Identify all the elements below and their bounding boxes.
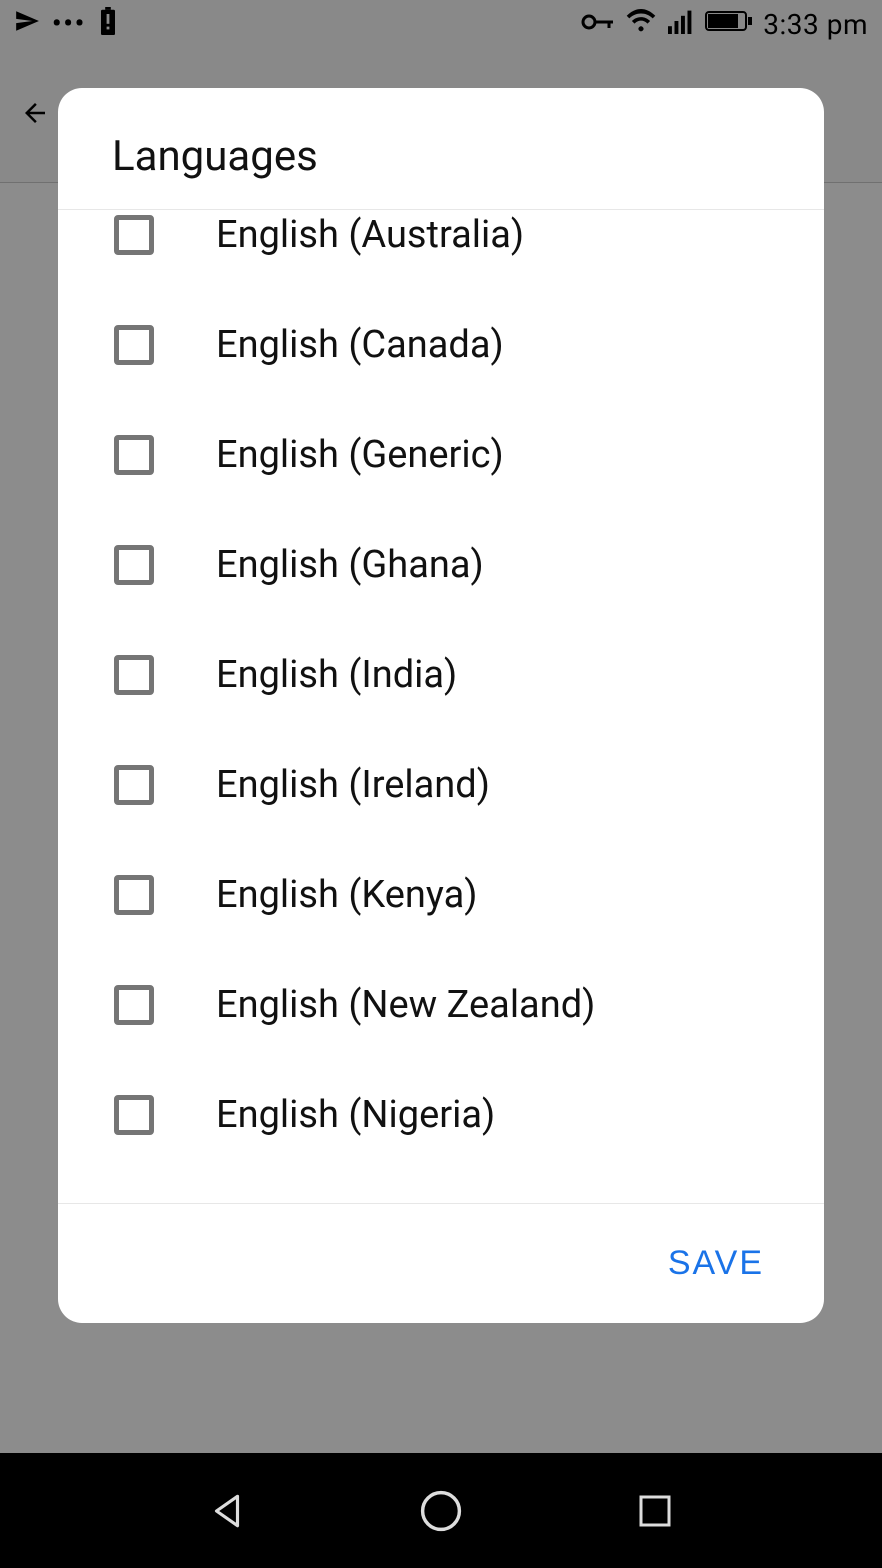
save-button[interactable]: SAVE	[668, 1244, 764, 1283]
checkbox-icon[interactable]	[114, 985, 154, 1025]
checkbox-icon[interactable]	[114, 1095, 154, 1135]
language-label: English (Nigeria)	[216, 1093, 495, 1137]
checkbox-icon[interactable]	[114, 325, 154, 365]
nav-back-button[interactable]	[197, 1481, 257, 1541]
nav-home-button[interactable]	[411, 1481, 471, 1541]
language-label: English (Canada)	[216, 323, 504, 367]
list-item[interactable]: English (Australia)	[58, 210, 824, 290]
nav-recent-button[interactable]	[625, 1481, 685, 1541]
languages-dialog: Languages English (Australia) English (C…	[58, 88, 824, 1323]
list-item[interactable]: English (Ghana)	[58, 510, 824, 620]
list-item[interactable]: English (Kenya)	[58, 840, 824, 950]
dialog-title: Languages	[58, 88, 824, 210]
checkbox-icon[interactable]	[114, 545, 154, 585]
list-item[interactable]: English (Canada)	[58, 290, 824, 400]
list-item[interactable]: English (Ireland)	[58, 730, 824, 840]
list-item[interactable]: English (Generic)	[58, 400, 824, 510]
checkbox-icon[interactable]	[114, 435, 154, 475]
language-label: English (Ireland)	[216, 763, 490, 807]
language-label: English (Australia)	[216, 213, 524, 257]
list-item[interactable]: English (India)	[58, 620, 824, 730]
checkbox-icon[interactable]	[114, 215, 154, 255]
language-label: English (Kenya)	[216, 873, 477, 917]
dialog-actions: SAVE	[58, 1203, 824, 1323]
language-label: English (New Zealand)	[216, 983, 595, 1027]
language-label: English (Generic)	[216, 433, 504, 477]
navigation-bar	[0, 1453, 882, 1568]
checkbox-icon[interactable]	[114, 765, 154, 805]
checkbox-icon[interactable]	[114, 875, 154, 915]
language-label: English (Ghana)	[216, 543, 484, 587]
language-label: English (India)	[216, 653, 457, 697]
checkbox-icon[interactable]	[114, 655, 154, 695]
list-item[interactable]: English (Philippines)	[58, 1170, 824, 1203]
list-item[interactable]: English (Nigeria)	[58, 1060, 824, 1170]
list-item[interactable]: English (New Zealand)	[58, 950, 824, 1060]
languages-list[interactable]: English (Australia) English (Canada) Eng…	[58, 210, 824, 1203]
